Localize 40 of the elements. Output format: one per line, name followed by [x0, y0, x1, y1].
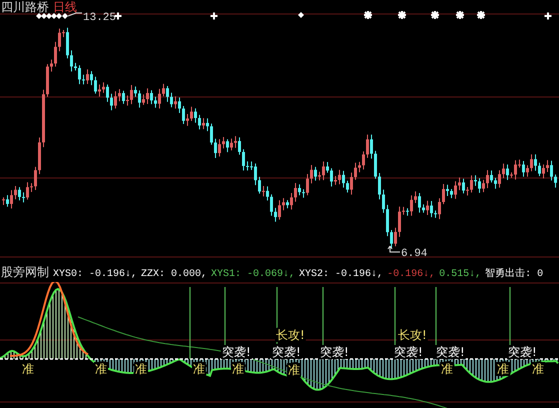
indicator-readout: XYS1: -0.069↓,	[211, 268, 296, 282]
plus-icon	[210, 12, 218, 20]
plus-icon	[114, 12, 122, 20]
diamond-icon	[298, 12, 304, 18]
signal-label: 突袭!	[394, 345, 423, 359]
signal-label: 准	[193, 362, 205, 376]
signal-label: 准	[532, 362, 544, 376]
signal-label: 准	[441, 362, 453, 376]
star-icon	[455, 10, 465, 20]
signal-label: 准	[232, 362, 244, 376]
indicator-readout: -0.196↓,	[387, 268, 436, 282]
signal-label: 长攻!	[398, 328, 427, 342]
signal-label: 准	[22, 362, 34, 376]
signal-label: 突袭!	[222, 345, 251, 359]
leader-line	[388, 246, 400, 252]
high-price-label: 13.25	[83, 12, 116, 24]
period-label: 日线	[53, 0, 77, 14]
star-icon	[363, 10, 373, 20]
star-icon	[397, 10, 407, 20]
plus-icon	[544, 12, 552, 20]
stock-name: 四川路桥	[1, 0, 49, 14]
signal-label: 突袭!	[320, 345, 349, 359]
indicator-readout: XYS2: -0.196↓,	[299, 268, 384, 282]
signal-label: 突袭!	[272, 345, 301, 359]
signal-label: 突袭!	[508, 345, 537, 359]
star-icon	[430, 10, 440, 20]
indicator-readout: XYS0: -0.196↓,	[53, 268, 138, 282]
indicator-name: 股旁网制	[1, 264, 49, 281]
low-price-label: 6.94	[401, 248, 428, 258]
signal-label: 突袭!	[436, 345, 465, 359]
signal-label: 准	[95, 362, 107, 376]
indicator-readout: ZZX: 0.000,	[141, 268, 208, 282]
leader-line	[68, 12, 82, 16]
signal-label: 准	[497, 362, 509, 376]
indicator-readout: 0.515↓,	[439, 268, 482, 282]
signal-label: 准	[288, 363, 300, 377]
indicator-readout: 智勇出击: 0	[485, 267, 544, 282]
signal-label: 长攻!	[276, 328, 305, 342]
signal-label: 准	[135, 362, 147, 376]
star-icon	[476, 10, 486, 20]
